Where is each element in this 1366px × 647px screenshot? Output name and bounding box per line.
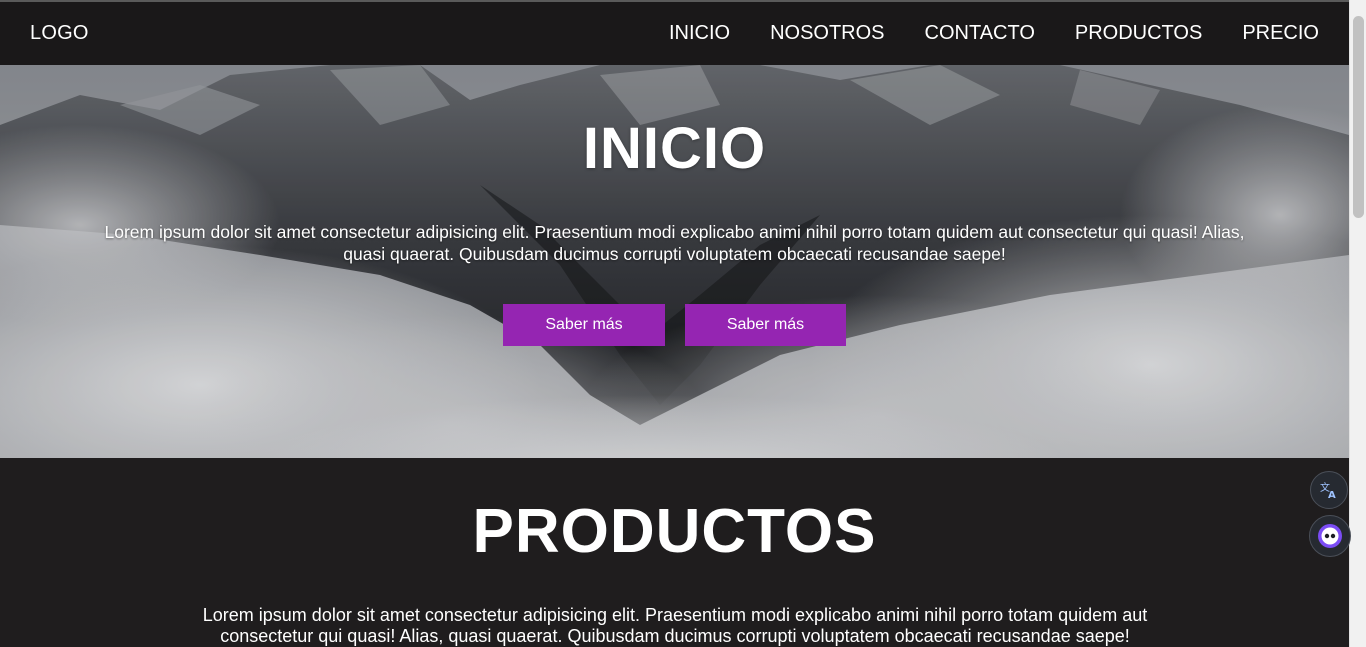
nav-links: INICIO NOSOTROS CONTACTO PRODUCTOS PRECI… — [669, 22, 1319, 45]
translate-button[interactable]: 文 A — [1310, 471, 1348, 509]
navbar: LOGO INICIO NOSOTROS CONTACTO PRODUCTOS … — [0, 2, 1349, 65]
hero-content: INICIO Lorem ipsum dolor sit amet consec… — [0, 65, 1349, 458]
logo[interactable]: LOGO — [30, 22, 89, 45]
page-scrollbar[interactable] — [1349, 0, 1366, 647]
products-title: PRODUCTOS — [472, 497, 877, 566]
assistant-face-icon — [1318, 524, 1342, 548]
svg-text:A: A — [1328, 490, 1336, 500]
saber-mas-button-1[interactable]: Saber más — [503, 304, 665, 346]
hero-description: Lorem ipsum dolor sit amet consectetur a… — [104, 222, 1245, 264]
products-description: Lorem ipsum dolor sit amet consectetur a… — [202, 605, 1148, 646]
nav-link-nosotros[interactable]: NOSOTROS — [770, 22, 884, 45]
nav-link-inicio[interactable]: INICIO — [669, 22, 730, 45]
assistant-button[interactable] — [1309, 515, 1351, 557]
hero-buttons: Saber más Saber más — [0, 304, 1349, 346]
translate-icon: 文 A — [1320, 481, 1336, 500]
products-section: PRODUCTOS Lorem ipsum dolor sit amet con… — [0, 458, 1349, 647]
scrollbar-thumb[interactable] — [1353, 16, 1364, 218]
hero-section: INICIO Lorem ipsum dolor sit amet consec… — [0, 65, 1349, 458]
nav-link-precio[interactable]: PRECIO — [1242, 22, 1319, 45]
saber-mas-button-2[interactable]: Saber más — [685, 304, 846, 346]
nav-link-contacto[interactable]: CONTACTO — [925, 22, 1035, 45]
nav-link-productos[interactable]: PRODUCTOS — [1075, 22, 1202, 45]
page: LOGO INICIO NOSOTROS CONTACTO PRODUCTOS … — [0, 0, 1366, 647]
hero-title: INICIO — [582, 116, 767, 181]
